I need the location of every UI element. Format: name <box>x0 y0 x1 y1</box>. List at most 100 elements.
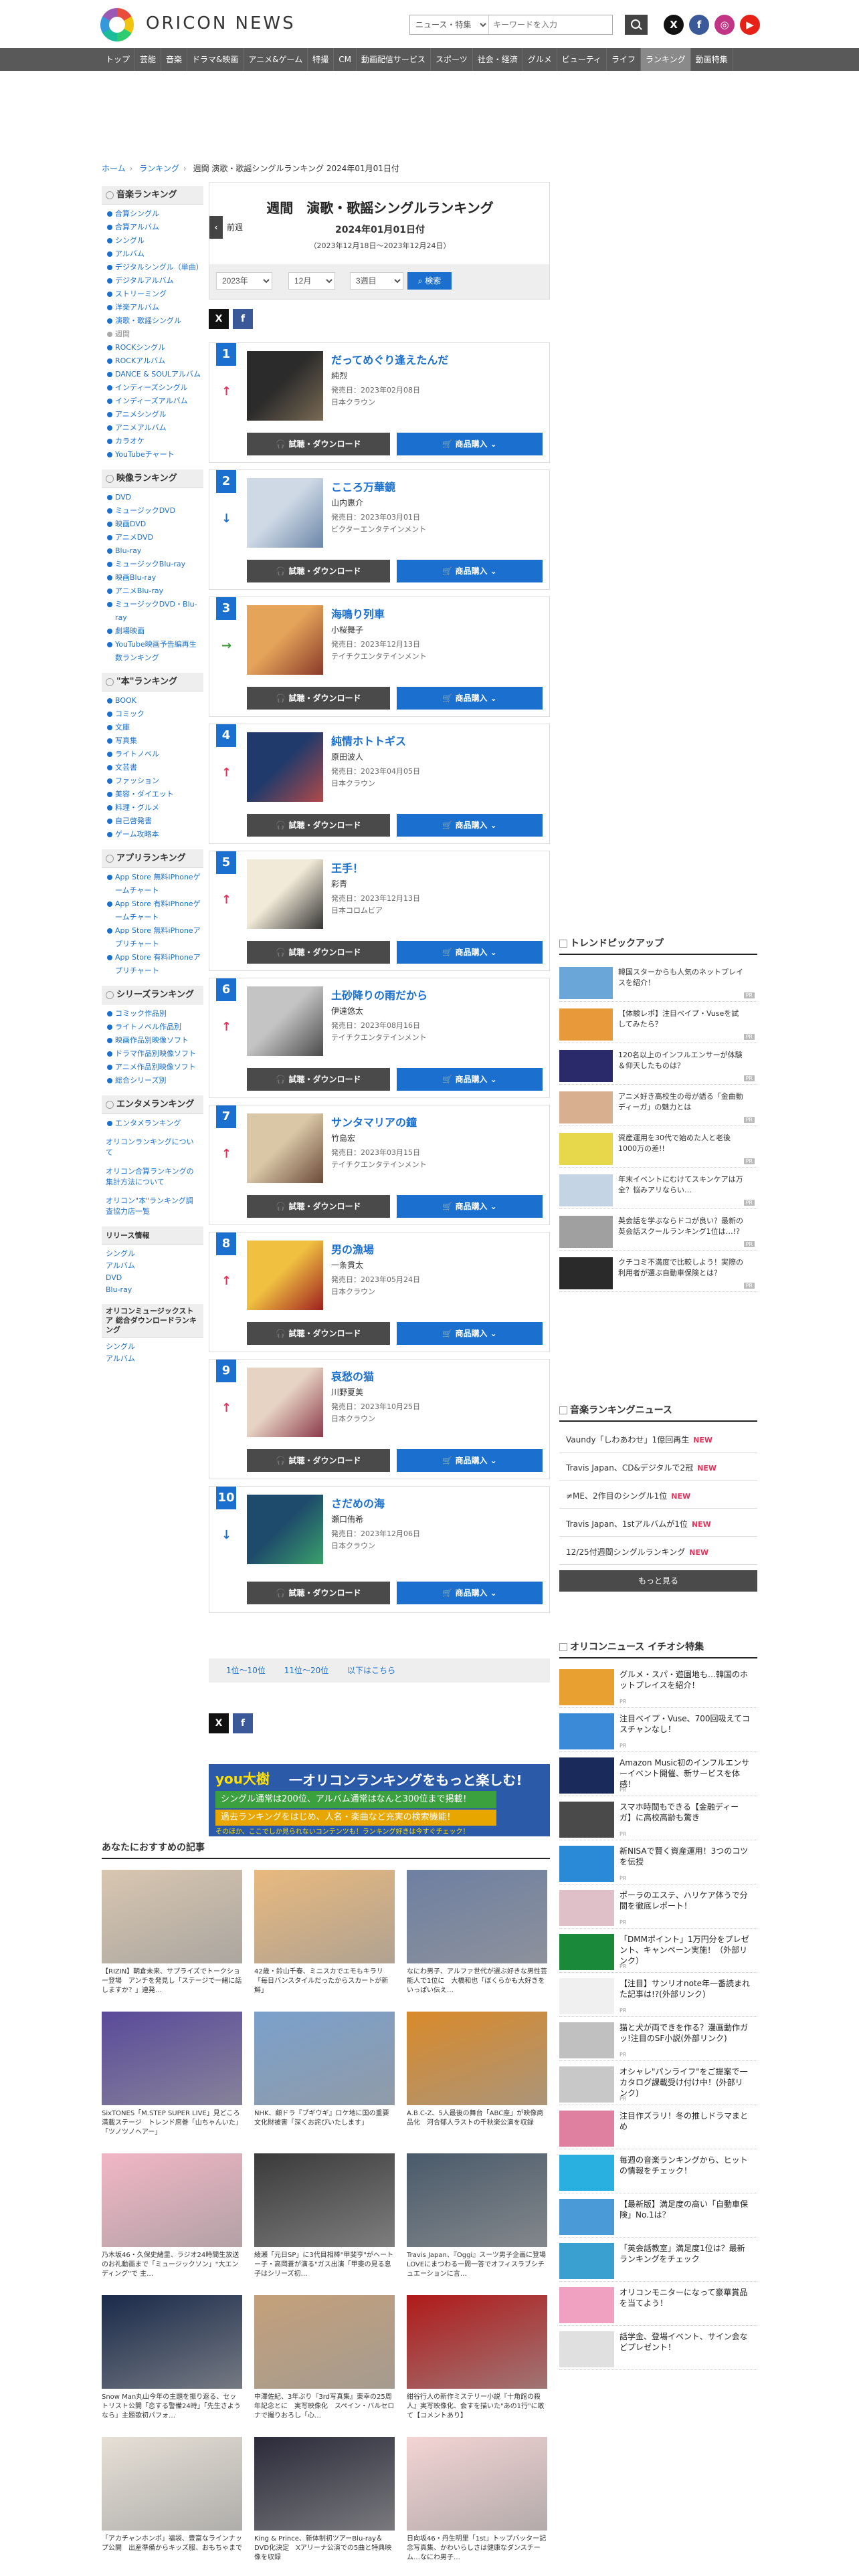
featured-thumbnail[interactable] <box>559 1934 614 1970</box>
pager-11-20[interactable]: 11位〜20位 <box>284 1666 329 1675</box>
sidebar-item-release-1[interactable]: アルバム <box>106 1260 199 1272</box>
sidebar-item-video-6[interactable]: 映画Blu-ray <box>106 571 203 584</box>
recommend-thumbnail[interactable] <box>407 1870 547 1963</box>
featured-thumbnail[interactable] <box>559 2243 614 2279</box>
recommend-thumbnail[interactable] <box>407 2153 547 2247</box>
nav-item-1[interactable]: 芸能 <box>135 48 162 71</box>
breadcrumb-home[interactable]: ホーム <box>102 164 126 173</box>
buy-button[interactable]: 🛒 商品購入 ⌄ <box>397 1449 543 1472</box>
nav-item-9[interactable]: 社会・経済 <box>473 48 523 71</box>
recommend-thumbnail[interactable] <box>102 2437 242 2531</box>
sidebar-item-ent-0[interactable]: エンタメランキング <box>106 1117 203 1130</box>
recommend-thumbnail[interactable] <box>102 2012 242 2105</box>
trend-item[interactable]: アニメ好き高校生の母が語る「金曲動ディーガ」の魅力とは PR <box>559 1087 757 1126</box>
trend-item[interactable]: 韓国スターからも人気のネットプレイスを紹介！ PR <box>559 963 757 1002</box>
featured-item[interactable]: 毎週の音楽ランキングから、ヒットの情報をチェック！ <box>559 2151 757 2193</box>
sidebar-item-book-8[interactable]: 料理・グルメ <box>106 801 203 815</box>
trend-thumbnail[interactable] <box>559 1133 613 1165</box>
featured-item[interactable]: 【注目】サンリオnote年一番読まれた記事は!?(外部リンク) PR <box>559 1974 757 2017</box>
sidebar-item-music-12[interactable]: DANCE & SOULアルバム <box>106 368 203 381</box>
trend-headline[interactable]: 英会話を学ぶならドコが良い？最新の英会話スクールランキング1位は…!? <box>618 1216 745 1237</box>
sidebar-info-link-2[interactable]: オリコン"本"ランキング調査協力店一覧 <box>102 1192 203 1221</box>
jacket-image[interactable] <box>247 1113 323 1183</box>
listen-download-button[interactable]: 🎧 試聴・ダウンロード <box>247 941 390 964</box>
listen-download-button[interactable]: 🎧 試聴・ダウンロード <box>247 1322 390 1345</box>
sidebar-item-book-4[interactable]: ライトノベル <box>106 748 203 761</box>
artist-name[interactable]: 純烈 <box>331 370 347 381</box>
song-title-link[interactable]: サンタマリアの鐘 <box>331 1113 417 1130</box>
week-select[interactable]: 3週目 <box>350 272 403 290</box>
featured-headline[interactable]: ポーラのエステ、ハリケア体うで分間を徹底レポート！ <box>619 1890 751 1911</box>
sidebar-item-video-0[interactable]: DVD <box>106 491 203 504</box>
sidebar-item-video-1[interactable]: ミュージックDVD <box>106 504 203 518</box>
buy-button[interactable]: 🛒 商品購入 ⌄ <box>397 433 543 455</box>
recommend-card[interactable]: King & Prince、新体制初ツアーBlu-ray＆DVD化決定 Xアリー… <box>254 2437 395 2572</box>
recommend-headline[interactable]: 「アカチャンホンポ」福袋、豊富なラインナップ公開 出産準備からキッズ服、おもちゃ… <box>102 2535 242 2572</box>
featured-item[interactable]: 【最新版】満足度の高い「自動車保険」No.1は？ <box>559 2195 757 2238</box>
artist-name[interactable]: 原田波人 <box>331 751 363 762</box>
recommend-card[interactable]: SixTONES「M.STEP SUPER LIVE」見どころ満載ステージ トレ… <box>102 2012 242 2147</box>
sidebar-item-music-3[interactable]: アルバム <box>106 247 203 261</box>
recommend-headline[interactable]: 綾瀬「元日SP」に3代目相棒"甲斐亨"がへートー子・高岡蒼が演る"ガス出演「甲斐… <box>254 2251 395 2288</box>
sidebar-item-series-0[interactable]: コミック作品別 <box>106 1007 203 1021</box>
oricon-taiju-banner[interactable]: you大樹 一オリコンランキングをもっと楽しむ! シングル通常は200位、アルバ… <box>209 1764 550 1836</box>
featured-item[interactable]: オリコンモニターになって豪華賞品を当てよう！ <box>559 2283 757 2326</box>
trend-thumbnail[interactable] <box>559 1050 613 1082</box>
featured-headline[interactable]: 猫と犬が両できを作る？漫画動作ガッ!注目のSF小説(外部リンク) <box>619 2022 751 2044</box>
share-facebook-icon[interactable]: f <box>233 309 253 329</box>
featured-item[interactable]: 話学金、登場イベント、サイン会などプレゼント！ <box>559 2327 757 2370</box>
sidebar-item-book-9[interactable]: 自己啓発書 <box>106 815 203 828</box>
featured-thumbnail[interactable] <box>559 2022 614 2058</box>
sidebar-item-music-0[interactable]: 合算シングル <box>106 207 203 221</box>
recommend-headline[interactable]: King & Prince、新体制初ツアーBlu-ray＆DVD化決定 Xアリー… <box>254 2535 395 2572</box>
sidebar-item-book-10[interactable]: ゲーム攻略本 <box>106 828 203 841</box>
sidebar-item-music_store-0[interactable]: シングル <box>106 1341 199 1353</box>
sidebar-item-series-3[interactable]: ドラマ作品別映像ソフト <box>106 1047 203 1061</box>
pager-1-10[interactable]: 1位〜10位 <box>226 1666 266 1675</box>
sidebar-item-series-2[interactable]: 映画作品別映像ソフト <box>106 1034 203 1047</box>
trend-thumbnail[interactable] <box>559 1008 613 1041</box>
recommend-card[interactable]: 紺谷行人の新作ミステリー小説『十角館の殺人』実写映像化、会すを描いた"あの1行"… <box>407 2295 547 2430</box>
more-news-button[interactable]: もっと見る <box>559 1570 757 1592</box>
sidebar-item-music-8[interactable]: 演歌・歌謡シングル <box>106 314 203 328</box>
sidebar-item-book-0[interactable]: BOOK <box>106 694 203 708</box>
search-category-select[interactable]: ニュース・特集 <box>410 15 489 34</box>
artist-name[interactable]: 伊達悠太 <box>331 1005 363 1016</box>
oricon-logo-icon[interactable] <box>100 8 134 41</box>
sidebar-item-music-11[interactable]: ROCKアルバム <box>106 354 203 368</box>
featured-thumbnail[interactable] <box>559 1846 614 1882</box>
featured-headline[interactable]: グルメ・スパ・遊園地も…韓国のホットプレイスを紹介！ <box>619 1669 751 1691</box>
sidebar-item-music-10[interactable]: ROCKシングル <box>106 341 203 354</box>
song-title-link[interactable]: だってめぐり逢えたんだ <box>331 351 448 367</box>
sidebar-item-music-15[interactable]: アニメシングル <box>106 408 203 421</box>
jacket-image[interactable] <box>247 986 323 1056</box>
jacket-image[interactable] <box>247 1368 323 1437</box>
recommend-headline[interactable]: 紺谷行人の新作ミステリー小説『十角館の殺人』実写映像化、会すを描いた"あの1行"… <box>407 2393 547 2430</box>
song-title-link[interactable]: こころ万華鏡 <box>331 478 395 494</box>
recommend-headline[interactable]: 42歳・鈴山千春、ミニスカでエモもキラリ「毎日バンスタイルだったからスカートが新… <box>254 1967 395 2005</box>
youtube-icon[interactable]: ▶ <box>740 15 760 35</box>
nav-item-12[interactable]: ライフ <box>607 48 642 71</box>
x-icon[interactable]: X <box>664 15 684 35</box>
featured-headline[interactable]: 【注目】サンリオnote年一番読まれた記事は!?(外部リンク) <box>619 1978 751 2000</box>
recommend-card[interactable]: 中澤佐紀、3年ぶり『3rd写真集』東幸の25周年記念とに 実写映像化 スペイン・… <box>254 2295 395 2430</box>
sidebar-item-series-1[interactable]: ライトノベル作品別 <box>106 1021 203 1034</box>
sidebar-item-video-2[interactable]: 映画DVD <box>106 518 203 531</box>
share-x-icon[interactable]: X <box>209 309 229 329</box>
sidebar-item-video-5[interactable]: ミュージックBlu-ray <box>106 558 203 571</box>
breadcrumb-ranking[interactable]: ランキング <box>139 164 179 173</box>
recommend-headline[interactable]: NHK、顧ドラ『ブギウギ』ロケ地に国の重要文化財被害「深くお詫びいたします」 <box>254 2109 395 2147</box>
trend-thumbnail[interactable] <box>559 967 613 999</box>
recommend-thumbnail[interactable] <box>102 2295 242 2389</box>
recommend-headline[interactable]: Snow Man丸山今年の主題を振り返る、セットリスト公開「恋する警備24時」「… <box>102 2393 242 2430</box>
featured-thumbnail[interactable] <box>559 2066 614 2103</box>
artist-name[interactable]: 山内惠介 <box>331 497 363 508</box>
sidebar-item-release-3[interactable]: Blu-ray <box>106 1284 199 1296</box>
buy-button[interactable]: 🛒 商品購入 ⌄ <box>397 687 543 710</box>
featured-item[interactable]: 猫と犬が両できを作る？漫画動作ガッ!注目のSF小説(外部リンク) PR <box>559 2018 757 2061</box>
recommend-headline[interactable]: 日向坂46・丹生明里「1st」トップバッター記念写真集、かわいらしさは健康なダン… <box>407 2535 547 2572</box>
featured-thumbnail[interactable] <box>559 1757 614 1794</box>
featured-headline[interactable]: 【最新版】満足度の高い「自動車保険」No.1は？ <box>619 2199 751 2220</box>
sidebar-item-music-6[interactable]: ストリーミング <box>106 288 203 301</box>
featured-item[interactable]: 注目ベイプ・Vuse、700回吸えてコスチャンなし！ PR <box>559 1709 757 1752</box>
